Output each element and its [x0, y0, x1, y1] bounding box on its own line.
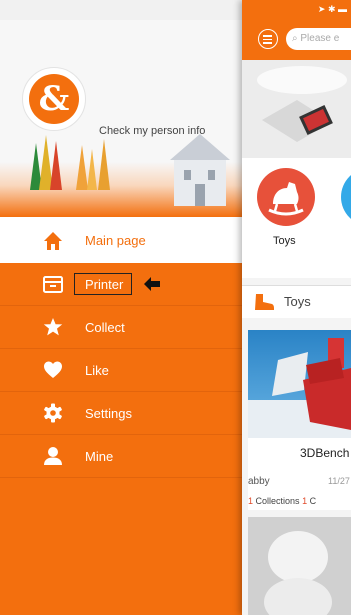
rocking-horse-icon — [268, 182, 304, 216]
search-input[interactable]: ⌕ Please e — [286, 28, 351, 50]
home-icon — [44, 232, 62, 250]
arrow-left-icon — [144, 277, 160, 291]
model-title: 3DBench — [300, 446, 350, 460]
menu-item-settings[interactable]: Settings — [0, 392, 242, 435]
second-stat-label: C — [309, 496, 317, 506]
model-stats: 1 Collections 1 C — [248, 496, 316, 506]
category-next-button[interactable] — [341, 168, 351, 226]
section-title: Toys — [284, 294, 311, 309]
menu-item-like[interactable]: Like — [0, 349, 242, 392]
menu-item-main-page[interactable]: Main page — [0, 217, 242, 263]
collections-count: 1 — [248, 496, 254, 506]
app-logo: & — [22, 67, 86, 131]
model-card-2[interactable] — [248, 517, 351, 615]
model-date: 11/27 — [328, 476, 350, 486]
search-icon: ⌕ — [292, 33, 298, 44]
profile-header[interactable]: & Check my person info — [0, 20, 242, 217]
main-content-panel: ➤ ✱ ▬ ⌕ Please e Toys Toys 3DBench abby … — [242, 0, 351, 615]
collections-label: Collections — [255, 496, 300, 506]
menu-label: Like — [85, 363, 109, 378]
top-bar: ➤ ✱ ▬ ⌕ Please e — [242, 0, 351, 60]
menu-label: Main page — [85, 233, 146, 248]
navigation-drawer: & Check my person info Main page Printer… — [0, 0, 242, 615]
menu-item-collect[interactable]: Collect — [0, 306, 242, 349]
star-icon — [43, 318, 63, 336]
house-model-decoration — [170, 134, 230, 206]
status-bar — [0, 0, 242, 20]
model-thumbnail — [248, 330, 351, 438]
model-author[interactable]: abby — [248, 476, 270, 487]
category-toys-label: Toys — [273, 235, 296, 247]
status-icons: ➤ ✱ ▬ — [317, 4, 347, 14]
category-toys-button[interactable] — [257, 168, 315, 226]
benchy-illustration — [248, 338, 351, 438]
section-header-toys: Toys — [242, 285, 351, 318]
person-icon — [44, 447, 62, 465]
menu-label: Mine — [85, 449, 114, 464]
printer-icon — [43, 276, 63, 293]
boot-icon — [255, 294, 274, 310]
logo-glyph: & — [29, 74, 79, 124]
menu-label: Settings — [85, 406, 132, 421]
banner-illustration — [257, 66, 347, 142]
second-stat-count: 1 — [302, 496, 308, 506]
gear-icon — [44, 403, 62, 423]
printer-highlight-box — [74, 273, 132, 295]
category-row: Toys — [242, 158, 351, 278]
model-card[interactable]: 3DBench abby 11/27 1 Collections 1 C — [248, 330, 351, 510]
heart-icon — [44, 361, 62, 378]
menu-item-mine[interactable]: Mine — [0, 435, 242, 478]
search-placeholder: Please e — [300, 33, 340, 44]
promo-banner[interactable] — [242, 60, 351, 158]
figurine-illustration — [264, 531, 332, 615]
menu-label: Collect — [85, 320, 125, 335]
eiffel-figurines-decoration — [30, 135, 110, 190]
hamburger-menu-button[interactable] — [258, 29, 278, 49]
